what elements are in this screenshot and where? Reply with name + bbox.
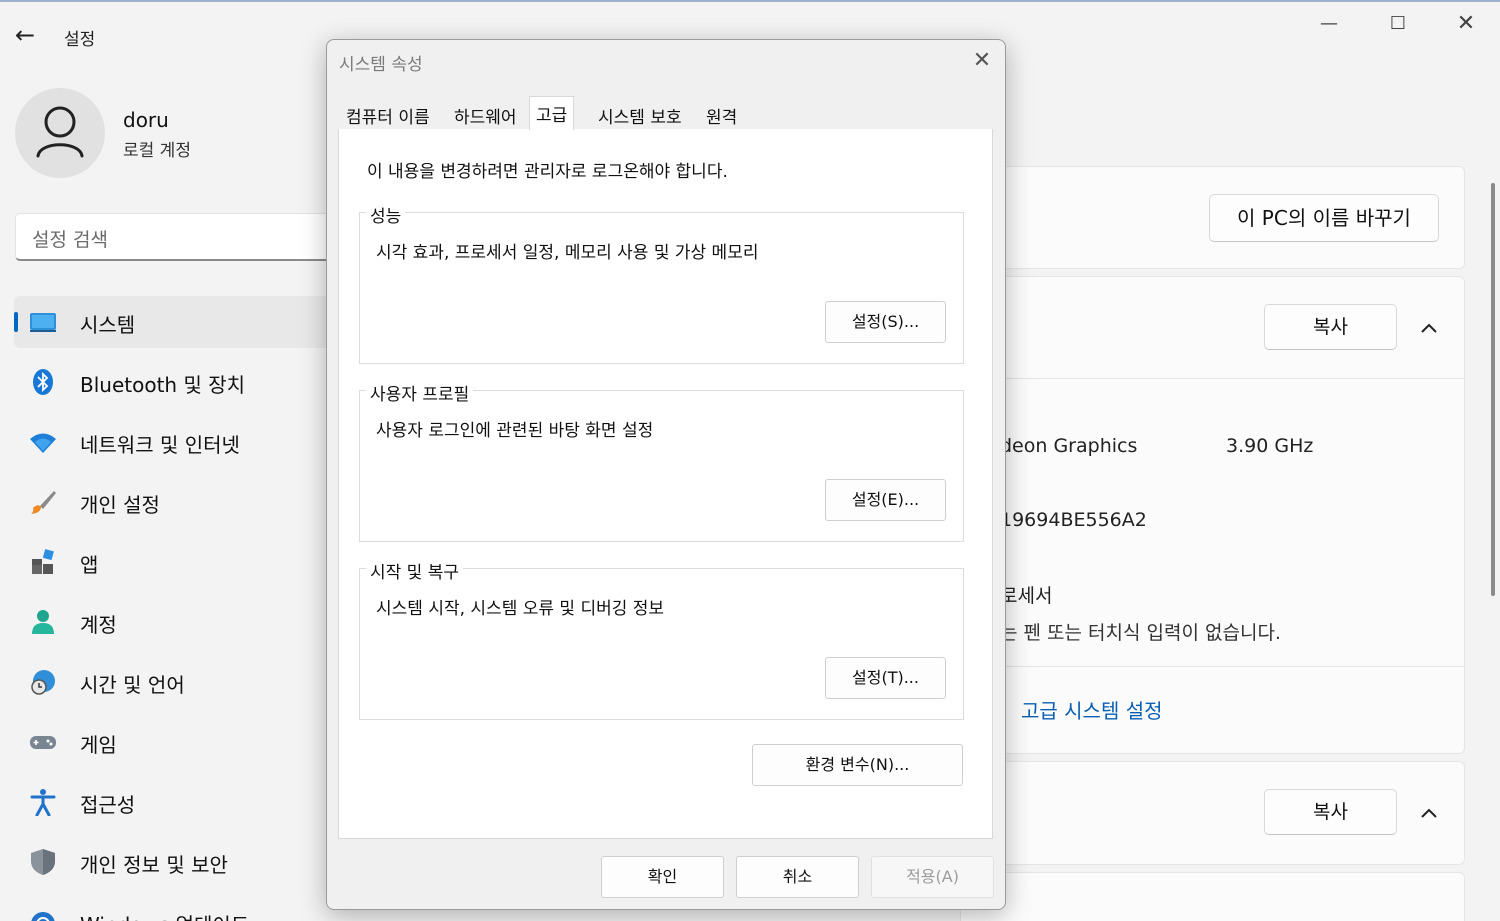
startup-recovery-settings-button[interactable]: 설정(T)... [825, 657, 946, 699]
sidebar-item-label: Bluetooth 및 장치 [80, 373, 246, 397]
scrollbar[interactable] [1491, 183, 1495, 596]
startup-recovery-group: 시작 및 복구 시스템 시작, 시스템 오류 및 디버깅 정보 설정(T)... [359, 558, 964, 720]
dialog-close-button[interactable]: ✕ [967, 48, 997, 74]
copy-device-specs-button[interactable]: 복사 [1264, 304, 1397, 350]
sidebar-item-accounts[interactable]: 계정 [14, 596, 344, 648]
sidebar-item-time-language[interactable]: 시간 및 언어 [14, 656, 344, 708]
apply-button[interactable]: 적용(A) [871, 856, 994, 898]
performance-group: 성능 시각 효과, 프로세서 일정, 메모리 사용 및 가상 메모리 설정(S)… [359, 202, 964, 364]
spec-processor-value: deon Graphics [1000, 435, 1138, 457]
chevron-up-icon[interactable] [1414, 798, 1444, 828]
sidebar-item-label: Windows 업데이트 [80, 909, 249, 921]
performance-settings-button[interactable]: 설정(S)... [825, 301, 946, 343]
globe-clock-icon [31, 670, 55, 695]
sidebar-item-windows-update[interactable]: Windows 업데이트 [14, 896, 344, 921]
group-title: 사용자 프로필 [366, 380, 474, 405]
user-name: doru [123, 108, 169, 132]
sidebar-item-label: 시스템 [80, 313, 136, 337]
user-profiles-group: 사용자 프로필 사용자 로그인에 관련된 바탕 화면 설정 설정(E)... [359, 380, 964, 542]
back-button[interactable]: ← [10, 22, 40, 50]
account-icon [32, 610, 54, 634]
sidebar-item-bluetooth[interactable]: Bluetooth 및 장치 [14, 356, 344, 408]
rename-pc-button[interactable]: 이 PC의 이름 바꾸기 [1209, 194, 1439, 242]
wifi-icon [30, 433, 56, 453]
sidebar-item-network[interactable]: 네트워크 및 인터넷 [14, 416, 344, 468]
group-title: 성능 [366, 202, 406, 227]
app-title: 설정 [64, 30, 96, 50]
cancel-button[interactable]: 취소 [736, 856, 859, 898]
sidebar-item-personalization[interactable]: 개인 설정 [14, 476, 344, 528]
spec-device-id: 19694BE556A2 [1000, 509, 1147, 531]
settings-search-input[interactable]: 설정 검색 [15, 213, 355, 261]
avatar[interactable] [15, 88, 105, 178]
user-profiles-settings-button[interactable]: 설정(E)... [825, 479, 946, 521]
tab-computer-name[interactable]: 컴퓨터 이름 [339, 100, 437, 130]
sidebar-item-label: 개인 설정 [80, 493, 160, 517]
shield-icon [31, 849, 55, 875]
paintbrush-icon [31, 491, 56, 514]
copy-windows-specs-button[interactable]: 복사 [1264, 789, 1397, 835]
sidebar-item-label: 네트워크 및 인터넷 [80, 433, 240, 457]
sidebar-item-apps[interactable]: 앱 [14, 536, 344, 588]
window-top-border [0, 0, 1500, 2]
spec-pen-touch: 는 펜 또는 터치식 입력이 없습니다. [1000, 622, 1281, 644]
gamepad-icon [30, 736, 56, 749]
group-description: 시각 효과, 프로세서 일정, 메모리 사용 및 가상 메모리 [376, 243, 759, 263]
sidebar-item-gaming[interactable]: 게임 [14, 716, 344, 768]
tab-hardware[interactable]: 하드웨어 [447, 100, 524, 130]
divider [960, 378, 1465, 379]
maximize-button[interactable]: ☐ [1381, 10, 1415, 38]
system-display-icon [30, 313, 56, 332]
spec-processor-speed: 3.90 GHz [1226, 435, 1314, 457]
group-title: 시작 및 복구 [366, 558, 464, 583]
close-window-button[interactable]: ✕ [1449, 10, 1483, 38]
advanced-system-settings-link[interactable]: 고급 시스템 설정 [1021, 695, 1163, 724]
tab-advanced[interactable]: 고급 [529, 96, 575, 130]
related-card [960, 872, 1465, 921]
divider [960, 666, 1465, 667]
spec-system-type: 로세서 [1000, 585, 1053, 607]
group-description: 사용자 로그인에 관련된 바탕 화면 설정 [376, 421, 654, 441]
sidebar-item-system[interactable]: 시스템 [14, 296, 344, 348]
sidebar-item-label: 개인 정보 및 보안 [80, 853, 228, 877]
accessibility-icon [30, 789, 56, 816]
admin-note: 이 내용을 변경하려면 관리자로 로그온해야 합니다. [367, 162, 728, 182]
bluetooth-icon [33, 369, 53, 395]
apps-icon [32, 549, 54, 574]
minimize-button[interactable]: — [1312, 10, 1346, 38]
sidebar-item-label: 계정 [80, 613, 117, 637]
sidebar-item-label: 접근성 [80, 793, 136, 817]
group-description: 시스템 시작, 시스템 오류 및 디버깅 정보 [376, 599, 665, 619]
sidebar-item-label: 앱 [80, 553, 99, 577]
environment-variables-button[interactable]: 환경 변수(N)... [752, 744, 963, 786]
tab-system-protection[interactable]: 시스템 보호 [591, 100, 689, 130]
sidebar-item-accessibility[interactable]: 접근성 [14, 776, 344, 828]
sidebar-item-privacy[interactable]: 개인 정보 및 보안 [14, 836, 344, 888]
chevron-up-icon[interactable] [1414, 313, 1444, 343]
sidebar-item-label: 게임 [80, 733, 117, 757]
account-type: 로컬 계정 [123, 141, 191, 161]
update-icon [31, 912, 55, 921]
dialog-title: 시스템 속성 [339, 55, 423, 75]
ok-button[interactable]: 확인 [601, 856, 724, 898]
sidebar-item-label: 시간 및 언어 [80, 673, 185, 697]
user-icon [36, 106, 84, 158]
system-properties-dialog: 시스템 속성 ✕ 컴퓨터 이름 하드웨어 고급 시스템 보호 원격 이 내용을 … [326, 39, 1006, 910]
tab-remote[interactable]: 원격 [699, 100, 744, 130]
